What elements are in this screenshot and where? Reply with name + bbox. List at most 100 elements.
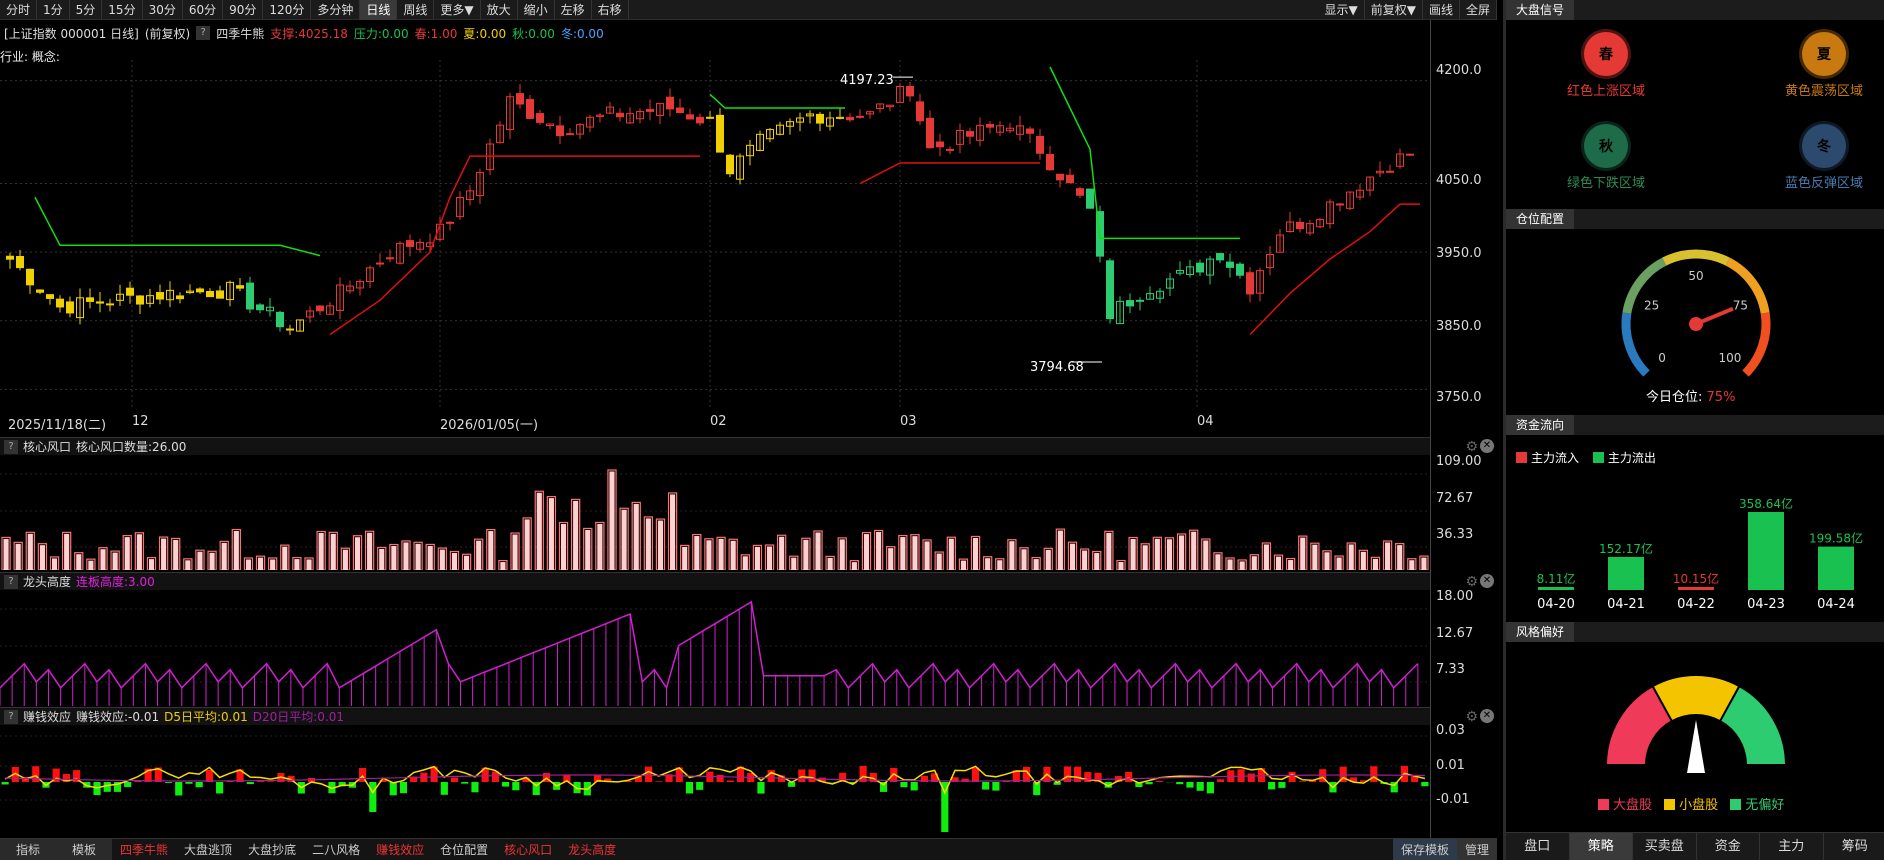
period-button[interactable]: 右移: [592, 0, 629, 20]
candle-body: [66, 301, 74, 314]
chart-bar: [450, 777, 459, 782]
period-button[interactable]: 30分: [143, 0, 183, 20]
signal-title: 大盘信号: [1506, 0, 1575, 20]
period-button[interactable]: 1分: [37, 0, 70, 20]
chart-bar: [808, 769, 816, 782]
chart-bar-fill: [1106, 532, 1112, 570]
adjust-label: (前复权): [144, 26, 191, 41]
candle-body: [1246, 272, 1254, 295]
candle-body: [846, 116, 854, 121]
candle-body: [1196, 262, 1204, 273]
chart-bar-fill: [1372, 558, 1379, 570]
chart-bar: [389, 782, 397, 796]
close-icon[interactable]: ✕: [1480, 439, 1494, 453]
help-icon[interactable]: ?: [196, 26, 211, 40]
position-header: 仓位配置: [1506, 209, 1884, 229]
chart-bar-fill: [51, 558, 58, 570]
template-item[interactable]: 龙头高度: [560, 839, 624, 860]
candle-body: [1296, 221, 1304, 230]
candle-body: [86, 297, 94, 302]
candlestick-chart[interactable]: [0, 60, 1430, 410]
flow-value-label: 199.58亿: [1809, 531, 1863, 546]
season-label: 黄色震荡区域: [1784, 84, 1863, 99]
close-icon[interactable]: ✕: [1480, 574, 1494, 588]
bottom-tab[interactable]: 模板: [56, 838, 113, 860]
period-toolbar: 分时 1分 5分 15分 30分 60分 90分 120分 多分钟 日线 周线 更多▼ 放大 缩小 左移 右移…: [0, 0, 1497, 20]
chart-bar-fill: [1288, 560, 1294, 570]
template-item[interactable]: 大盘抄底: [240, 839, 304, 860]
flow-date-label: 04-24: [1817, 597, 1855, 612]
period-button[interactable]: 缩小: [518, 0, 555, 20]
template-item[interactable]: 二八风格: [304, 839, 368, 860]
side-tab[interactable]: 资金: [1697, 833, 1760, 860]
chart-bar: [256, 781, 265, 782]
gear-icon[interactable]: ⚙: [1465, 574, 1478, 590]
chart-bar: [216, 782, 224, 794]
period-button[interactable]: 日线: [360, 0, 398, 20]
chart-bar-fill: [524, 519, 530, 570]
side-tab[interactable]: 筹码: [1824, 833, 1884, 860]
help-icon[interactable]: ?: [4, 709, 18, 724]
period-button[interactable]: 60分: [183, 0, 224, 20]
template-action-button[interactable]: 保存模板: [1392, 839, 1457, 860]
side-tab[interactable]: 策略: [1569, 833, 1633, 860]
period-button[interactable]: 放大: [481, 0, 518, 20]
chart-bar-fill: [1312, 544, 1318, 570]
gear-icon[interactable]: ⚙: [1465, 439, 1478, 455]
period-button[interactable]: 15分: [102, 0, 143, 20]
close-icon[interactable]: ✕: [1480, 709, 1494, 723]
chart-bar-fill: [1009, 541, 1015, 570]
side-tab[interactable]: 买卖盘: [1633, 833, 1697, 860]
template-item[interactable]: 赚钱效应: [368, 839, 432, 860]
candle-body: [966, 131, 974, 137]
help-icon[interactable]: ?: [4, 439, 18, 454]
chart-bar-fill: [464, 555, 470, 570]
chart-bar-fill: [1360, 551, 1366, 570]
chart-bar-fill: [1239, 561, 1245, 570]
fund-flow-chart: 8.11亿 04-20 152.17亿 04-21 10.15亿 04-22 358.64亿…: [1537, 496, 1863, 612]
chart-bar-fill: [124, 537, 130, 570]
chart-bar: [1145, 782, 1153, 785]
gauge-tick: 50: [1688, 269, 1703, 283]
period-button[interactable]: 多分钟: [311, 0, 361, 20]
template-item[interactable]: 四季牛熊: [112, 839, 176, 860]
chart-bar: [103, 782, 111, 792]
chart-bar: [1298, 781, 1306, 782]
candle-body: [916, 101, 924, 122]
chart-bar-fill: [367, 532, 373, 570]
help-icon[interactable]: ?: [4, 574, 18, 589]
date-axis: 2025/11/18(二) 12 2026/01/05(一) 02 03 04: [0, 414, 1430, 433]
template-item[interactable]: 大盘逃顶: [176, 839, 240, 860]
chart-bar-fill: [233, 531, 239, 570]
chart-bar-fill: [1045, 549, 1051, 570]
bottom-tab[interactable]: 指标: [0, 838, 57, 860]
period-button[interactable]: 120分: [263, 0, 312, 20]
period-button[interactable]: 分时: [0, 0, 38, 20]
period-button[interactable]: 5分: [70, 0, 103, 20]
side-tab[interactable]: 主力: [1760, 833, 1824, 860]
toolbar-right-button[interactable]: 显示▼: [1319, 0, 1365, 20]
candle-body: [1136, 299, 1144, 302]
chart-bar-fill: [427, 545, 433, 570]
chart-bar-fill: [1069, 543, 1076, 570]
toolbar-right-button[interactable]: 前复权▼: [1365, 0, 1423, 20]
period-button[interactable]: 90分: [223, 0, 264, 20]
candle-body: [216, 290, 224, 299]
chart-bar: [726, 780, 734, 782]
template-item[interactable]: 仓位配置: [432, 839, 496, 860]
period-button[interactable]: 左移: [555, 0, 592, 20]
chart-bar: [1278, 782, 1286, 788]
indicator-name: 四季牛熊: [216, 26, 265, 41]
template-action-button[interactable]: 管理: [1456, 839, 1497, 860]
toolbar-right-button[interactable]: 全屏: [1460, 0, 1497, 20]
period-button[interactable]: 更多▼: [434, 0, 481, 20]
chart-bar-fill: [863, 534, 870, 570]
toolbar-right-button[interactable]: 画线: [1423, 0, 1460, 20]
chart-bar-fill: [645, 518, 651, 570]
period-button[interactable]: 周线: [397, 0, 435, 20]
chart-bar-fill: [451, 553, 458, 570]
template-item[interactable]: 核心风口: [496, 839, 560, 860]
axis-divider: [1430, 20, 1431, 838]
flow-bar: [1608, 556, 1644, 590]
side-tab[interactable]: 盘口: [1506, 833, 1570, 860]
